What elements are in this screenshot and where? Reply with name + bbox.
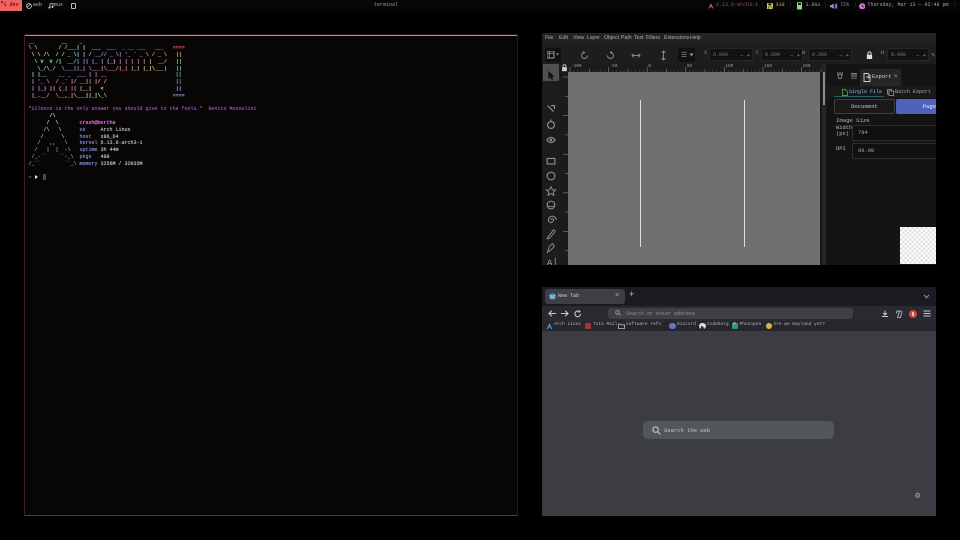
svg-text:A: A [547,258,553,265]
